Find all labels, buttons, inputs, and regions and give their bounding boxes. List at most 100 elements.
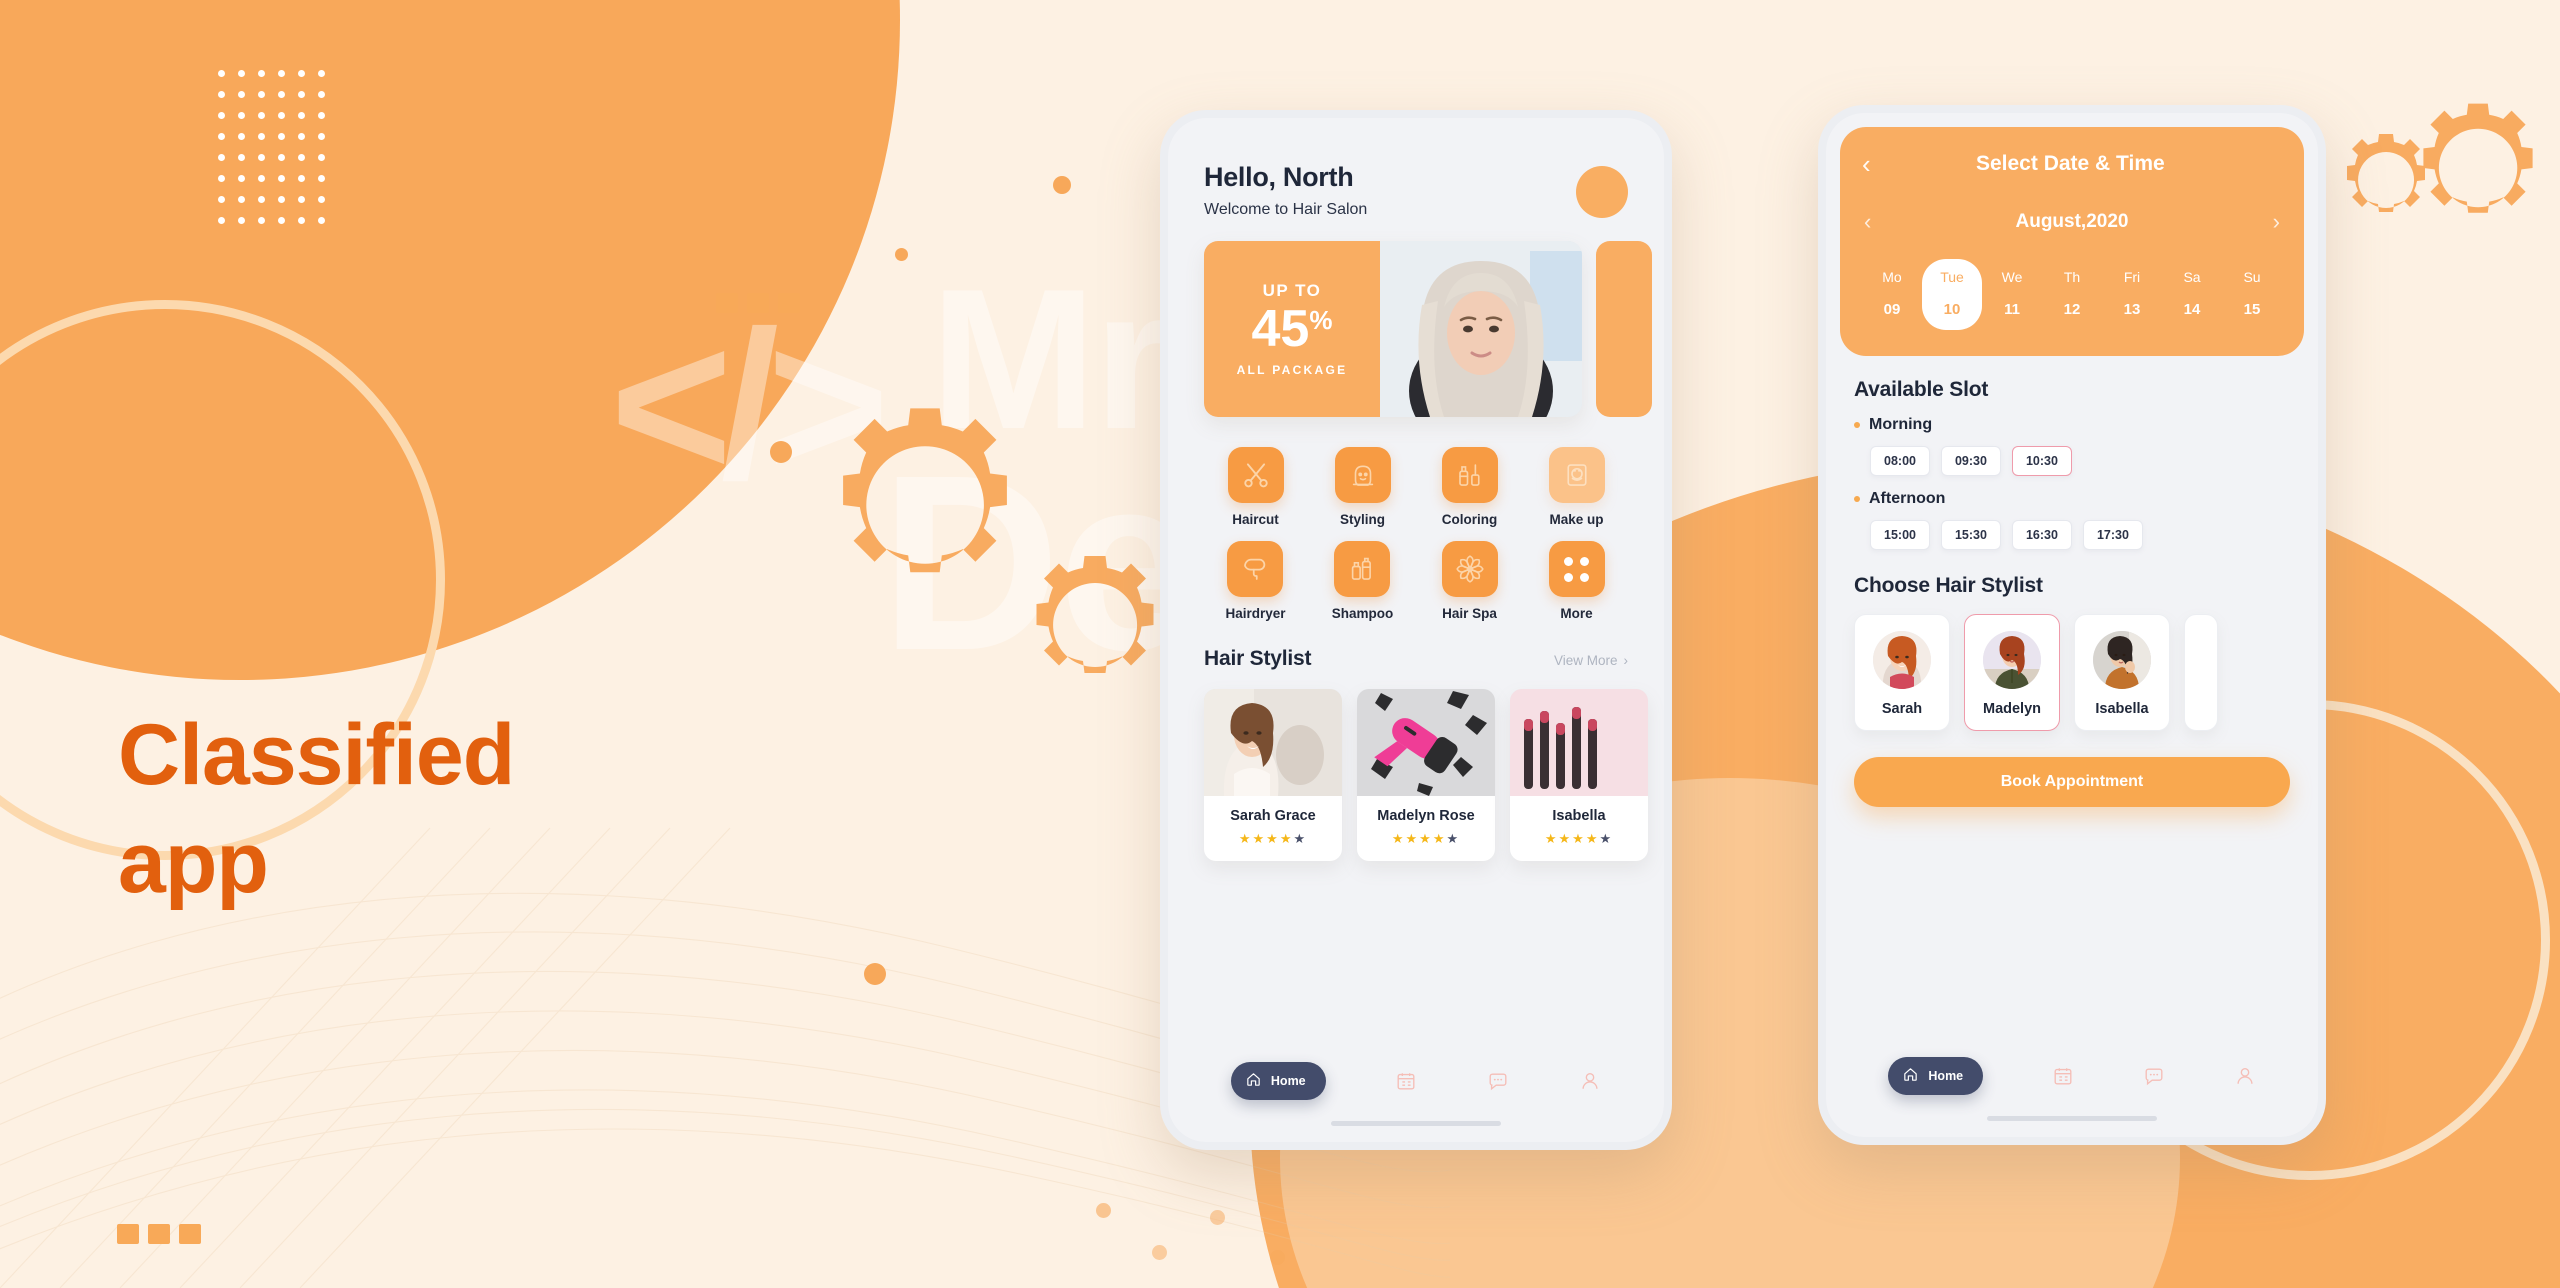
stylist-photo (1510, 689, 1648, 796)
day-cell[interactable]: Mo 09 (1862, 259, 1922, 330)
styling-icon (1334, 447, 1391, 503)
accent-dot-3 (770, 441, 792, 463)
nav-item-profile[interactable] (2234, 1065, 2256, 1087)
prev-month-icon[interactable]: ‹ (1864, 209, 1871, 235)
accent-dot-5 (1096, 1203, 1111, 1218)
time-slot-chip[interactable]: 17:30 (2082, 520, 2143, 550)
book-appointment-button[interactable]: Book Appointment (1854, 757, 2290, 807)
stylist-option-partial[interactable] (2184, 614, 2218, 731)
rating-stars: ★★★★★ (1238, 831, 1308, 846)
accent-dot-8 (1270, 1250, 1285, 1265)
rating-stars: ★★★★★ (1391, 831, 1461, 846)
service-label: Coloring (1441, 512, 1498, 527)
service-item-styling[interactable]: Styling (1334, 447, 1391, 527)
nav-item-chat[interactable] (1487, 1070, 1509, 1092)
day-of-week: Fri (2123, 269, 2141, 285)
service-item-haircut[interactable]: Haircut (1227, 447, 1284, 527)
choose-stylist-title: Choose Hair Stylist (1854, 574, 2043, 597)
gear-icon-medium (1036, 556, 1154, 673)
service-item-hairdryer[interactable]: Hairdryer (1225, 541, 1286, 621)
headline-line-2: app (118, 815, 269, 911)
stylist-name: Madelyn Rose (1377, 808, 1475, 824)
slot-group-afternoon: Afternoon 15:00 15:30 16:30 17:30 (1854, 490, 2290, 550)
service-item-coloring[interactable]: Coloring (1441, 447, 1498, 527)
day-number: 10 (1943, 301, 1961, 318)
promo-card-next[interactable] (1596, 241, 1652, 417)
month-navigator: ‹ August,2020 › (1862, 209, 2282, 235)
back-chevron-icon[interactable]: ‹ (1862, 151, 1871, 177)
day-cell[interactable]: Sa 14 (2162, 259, 2222, 330)
rating-stars: ★★★★★ (1544, 831, 1614, 846)
hairspa-icon (1441, 541, 1498, 597)
home-icon (1902, 1066, 1919, 1086)
bullet-dot-icon (1854, 496, 1860, 502)
nav-item-calendar[interactable] (1395, 1070, 1417, 1092)
day-cell[interactable]: We 11 (1982, 259, 2042, 330)
accent-dot-2 (895, 248, 908, 261)
stylist-option[interactable]: Sarah (1854, 614, 1950, 731)
time-slot-chip[interactable]: 15:00 (1870, 520, 1930, 550)
stylist-option-name: Sarah (1881, 701, 1923, 717)
day-cell[interactable]: Th 12 (2042, 259, 2102, 330)
service-item-more[interactable]: More (1548, 541, 1605, 621)
nav-active-label: Home (1270, 1074, 1306, 1088)
stylist-name: Isabella (1552, 808, 1606, 824)
hairdryer-icon (1227, 541, 1284, 597)
nav-item-home[interactable]: Home (1230, 1062, 1326, 1100)
accent-dot-7 (1210, 1210, 1225, 1225)
stylist-card[interactable]: Madelyn Rose ★★★★★ (1357, 689, 1495, 861)
stylist-option[interactable]: Isabella (2074, 614, 2170, 731)
bottom-navigation-home: Home (1168, 1062, 1664, 1100)
stylist-card[interactable]: Sarah Grace ★★★★★ (1204, 689, 1342, 861)
day-number: 11 (2004, 301, 2020, 318)
promo-percent-symbol: % (1309, 305, 1333, 335)
slot-group-label-row: Morning (1854, 416, 2290, 434)
nav-item-calendar[interactable] (2052, 1065, 2074, 1087)
stylist-option-selected[interactable]: Madelyn (1964, 614, 2060, 731)
time-slot-chip-selected[interactable]: 10:30 (2011, 446, 2072, 476)
service-label: Styling (1339, 512, 1385, 527)
day-of-week: We (2001, 269, 2023, 285)
nav-item-home[interactable]: Home (1888, 1057, 1984, 1095)
gear-icon-large (843, 408, 1007, 573)
makeup-icon (1548, 447, 1605, 503)
avatar (1873, 631, 1931, 689)
shampoo-icon (1334, 541, 1391, 597)
day-of-week: Mo (1882, 269, 1902, 285)
stylist-card[interactable]: Isabella ★★★★★ (1510, 689, 1648, 861)
promo-card[interactable]: UP TO 45 % ALL PACKAGE (1204, 241, 1582, 417)
day-cell[interactable]: Su 15 (2222, 259, 2282, 330)
greeting-subtitle: Welcome to Hair Salon (1204, 201, 1368, 218)
service-item-hairspa[interactable]: Hair Spa (1441, 541, 1498, 621)
time-slot-chip[interactable]: 15:30 (1940, 520, 2001, 550)
day-cell-selected[interactable]: Tue 10 (1922, 259, 1982, 330)
phone-mockup-booking: ‹ Select Date & Time ‹ August,2020 › Mo … (1818, 105, 2326, 1145)
nav-item-chat[interactable] (2143, 1065, 2165, 1087)
service-label: Haircut (1232, 512, 1279, 527)
day-cell[interactable]: Fri 13 (2102, 259, 2162, 330)
day-number: 12 (2063, 301, 2081, 318)
accent-dot-1 (1053, 176, 1071, 194)
view-more-link[interactable]: View More › (1554, 653, 1628, 668)
home-icon (1245, 1071, 1262, 1091)
promo-photo (1380, 241, 1582, 417)
time-slot-chip[interactable]: 08:00 (1870, 446, 1930, 476)
day-number: 14 (2183, 301, 2201, 318)
headline-line-1: Classified (118, 707, 515, 803)
stylist-option-name: Isabella (2095, 701, 2149, 717)
day-of-week: Tue (1940, 269, 1964, 285)
time-slot-chip[interactable]: 16:30 (2011, 520, 2072, 550)
stylist-carousel[interactable]: Sarah Grace ★★★★★ Madelyn Rose ★★★★★ Isa… (1168, 671, 1664, 861)
service-item-makeup[interactable]: Make up (1548, 447, 1605, 527)
promo-carousel[interactable]: UP TO 45 % ALL PACKAGE (1168, 219, 1664, 417)
time-slot-chip[interactable]: 09:30 (1940, 446, 2001, 476)
avatar[interactable] (1576, 166, 1628, 218)
home-indicator (1331, 1121, 1501, 1126)
bottom-navigation-booking: Home (1826, 1057, 2318, 1095)
nav-item-profile[interactable] (1579, 1070, 1601, 1092)
next-month-icon[interactable]: › (2273, 209, 2280, 235)
hair-stylist-section-header: Hair Stylist View More › (1168, 621, 1664, 671)
promo-package-label: ALL PACKAGE (1236, 363, 1348, 377)
service-item-shampoo[interactable]: Shampoo (1332, 541, 1393, 621)
scissors-icon (1227, 447, 1284, 503)
